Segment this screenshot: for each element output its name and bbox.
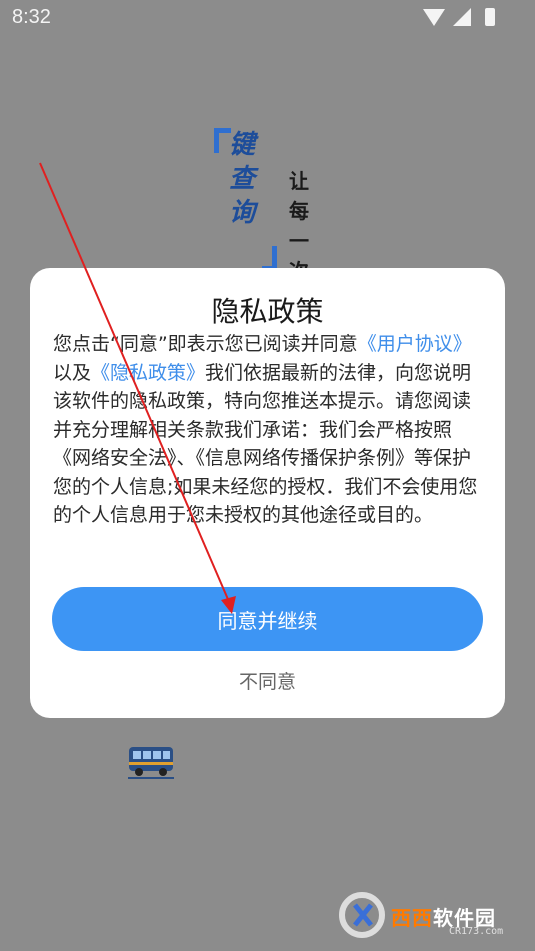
- wifi-icon: [423, 8, 445, 26]
- slogan-char: 询: [229, 198, 256, 228]
- body-text: 您点击“同意”即表示您已阅读并同意: [53, 333, 358, 355]
- watermark-logo: 西西软件园 CR173.com: [337, 890, 525, 942]
- privacy-policy-link[interactable]: 《隐私政策》: [91, 362, 205, 384]
- splash-slogan-main: 键 查 询: [229, 128, 259, 230]
- signal-icon: [453, 8, 471, 26]
- status-time: 8:32: [12, 6, 51, 28]
- watermark-emblem-icon: [339, 892, 385, 938]
- status-bar: 8:32: [0, 0, 535, 36]
- battery-icon: [485, 8, 495, 26]
- privacy-dialog: 隐私政策 您点击“同意”即表示您已阅读并同意《用户协议》以及《隐私政策》我们依据…: [30, 268, 505, 718]
- slogan-char: 键: [229, 130, 256, 160]
- slogan-char: 每: [289, 199, 309, 223]
- dialog-body: 您点击“同意”即表示您已阅读并同意《用户协议》以及《隐私政策》我们依据最新的法律…: [53, 330, 485, 530]
- slogan-char: 让: [289, 169, 309, 193]
- watermark-site: CR173.com: [449, 926, 504, 937]
- user-agreement-link[interactable]: 《用户协议》: [358, 333, 472, 355]
- bus-icon: [128, 747, 174, 779]
- dialog-title: 隐私政策: [211, 295, 324, 328]
- status-icons: [423, 8, 495, 26]
- slogan-char: 查: [229, 164, 256, 194]
- slogan-char: 一: [289, 229, 309, 253]
- agree-continue-button[interactable]: 同意并继续: [52, 587, 483, 651]
- watermark-brand-colored: 西西: [391, 906, 433, 930]
- decline-button[interactable]: 不同意: [30, 667, 505, 694]
- body-text: 以及: [53, 361, 92, 384]
- body-text: 我们依据最新的法律，向您说明该软件的隐私政策，特向您推送本提示。请您阅读并充分理…: [53, 361, 478, 527]
